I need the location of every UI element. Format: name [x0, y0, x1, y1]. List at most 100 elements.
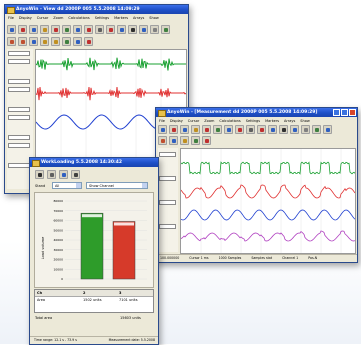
marker-icon[interactable]	[191, 125, 200, 134]
exit-icon[interactable]	[161, 25, 170, 34]
wave-icon[interactable]	[84, 37, 93, 46]
tool-icon[interactable]	[180, 136, 189, 145]
pen-icon[interactable]	[73, 37, 82, 46]
load-bar-chart: Load volume 80000 70000 60000 50000 40000 300…	[41, 199, 147, 281]
maximize-button[interactable]	[341, 109, 348, 116]
channel-field[interactable]	[8, 107, 30, 112]
cursor-icon[interactable]	[51, 25, 60, 34]
mid-window-titlebar[interactable]: AnyoWin - [Measurement dd 2000P 005 5.5.…	[156, 108, 357, 117]
y-tick-label: 20000	[53, 258, 63, 262]
person-icon[interactable]	[7, 37, 16, 46]
person-icon[interactable]	[158, 136, 167, 145]
magnify-icon[interactable]	[29, 25, 38, 34]
front-statusbar: Time range: 12.1 s - 73.9 s Measurement …	[30, 336, 158, 344]
menu-arrays[interactable]: Arrays	[133, 15, 144, 21]
exit-icon[interactable]	[312, 125, 321, 134]
mid-channel-panel	[158, 148, 178, 252]
menu-display[interactable]: Display	[170, 118, 183, 124]
save-icon[interactable]	[139, 25, 148, 34]
menu-markers[interactable]: Markers	[114, 15, 128, 21]
copy-icon[interactable]	[268, 125, 277, 134]
grid-icon[interactable]	[191, 136, 200, 145]
channel-field[interactable]	[8, 115, 30, 120]
table-icon[interactable]	[213, 125, 222, 134]
zoom-in-icon[interactable]	[7, 25, 16, 34]
filter-icon[interactable]	[106, 25, 115, 34]
menu-calculations[interactable]: Calculations	[219, 118, 240, 124]
channel-field[interactable]	[159, 176, 176, 181]
channel-field[interactable]	[8, 79, 30, 84]
sensor-icon[interactable]	[169, 136, 178, 145]
channel-field[interactable]	[8, 59, 30, 64]
help-icon[interactable]	[323, 125, 332, 134]
exit-icon[interactable]	[71, 170, 80, 179]
front-window-titlebar[interactable]: WorkLoading 5.5.2008 14:30:42	[30, 158, 158, 167]
channel-field[interactable]	[8, 135, 30, 140]
cross-icon[interactable]	[235, 125, 244, 134]
channel-field[interactable]	[159, 200, 176, 205]
truck-icon[interactable]	[279, 125, 288, 134]
y-tick-label: 50000	[53, 228, 63, 232]
channel-field[interactable]	[159, 152, 176, 157]
zoom-out-icon[interactable]	[18, 25, 27, 34]
copy-icon[interactable]	[117, 25, 126, 34]
zoom-in-icon[interactable]	[158, 125, 167, 134]
wave-icon[interactable]	[202, 136, 211, 145]
mid-window[interactable]: AnyoWin - [Measurement dd 2000P 005 5.5.…	[155, 107, 358, 263]
filter-icon[interactable]	[257, 125, 266, 134]
front-window[interactable]: WorkLoading 5.5.2008 14:30:42 Stand All …	[29, 157, 159, 345]
mid-plot-area[interactable]	[180, 148, 356, 254]
show-channel-select[interactable]: Show Channel	[86, 182, 148, 189]
cross-icon[interactable]	[84, 25, 93, 34]
print-icon[interactable]	[246, 125, 255, 134]
cursor-icon[interactable]	[202, 125, 211, 134]
tool-icon[interactable]	[51, 37, 60, 46]
menu-show[interactable]: Show	[300, 118, 309, 124]
chart-icon[interactable]	[59, 170, 68, 179]
table-icon[interactable]	[62, 25, 71, 34]
chart-icon[interactable]	[73, 25, 82, 34]
menu-calculations[interactable]: Calculations	[68, 15, 89, 21]
channel-field[interactable]	[8, 51, 30, 56]
menu-markers[interactable]: Markers	[265, 118, 279, 124]
print-icon[interactable]	[95, 25, 104, 34]
print-icon[interactable]	[47, 170, 56, 179]
menu-zoom[interactable]: Zoom	[204, 118, 214, 124]
menu-file[interactable]: File	[159, 118, 165, 124]
minimize-button[interactable]	[333, 109, 340, 116]
menu-cursor[interactable]: Cursor	[188, 118, 200, 124]
menu-settings[interactable]: Settings	[246, 118, 260, 124]
tool-icon[interactable]	[40, 37, 49, 46]
close-button[interactable]	[349, 109, 356, 116]
channel-field[interactable]	[8, 87, 30, 92]
header-3: 3	[119, 291, 122, 295]
menu-settings[interactable]: Settings	[95, 15, 109, 21]
status-samples: 1000 Samples	[218, 256, 242, 260]
document-icon[interactable]	[150, 25, 159, 34]
channel-field[interactable]	[159, 224, 176, 229]
menu-zoom[interactable]: Zoom	[53, 15, 63, 21]
grid-icon[interactable]	[62, 37, 71, 46]
total-value: 15603 units	[120, 316, 141, 320]
menu-cursor[interactable]: Cursor	[37, 15, 49, 21]
truck-icon[interactable]	[128, 25, 137, 34]
channel-field[interactable]	[8, 143, 30, 148]
save-icon[interactable]	[290, 125, 299, 134]
stand-select[interactable]: All	[52, 182, 82, 189]
zoom-out-icon[interactable]	[169, 125, 178, 134]
mid-window-title: AnyoWin - [Measurement dd 2000P 005 5.5.…	[167, 110, 318, 115]
back-window-titlebar[interactable]: AnyoWin - View dd 2000P 005 5.5.2008 14:…	[5, 5, 188, 14]
channel-field[interactable]	[8, 163, 30, 168]
menu-show[interactable]: Show	[149, 15, 158, 21]
menu-arrays[interactable]: Arrays	[284, 118, 295, 124]
document-icon[interactable]	[301, 125, 310, 134]
load-bar	[112, 221, 136, 280]
menu-file[interactable]: File	[8, 15, 14, 21]
chart-icon[interactable]	[224, 125, 233, 134]
magnify-icon[interactable]	[180, 125, 189, 134]
marker-icon[interactable]	[40, 25, 49, 34]
save-icon[interactable]	[35, 170, 44, 179]
menu-display[interactable]: Display	[19, 15, 32, 21]
person-icon[interactable]	[18, 37, 27, 46]
sensor-icon[interactable]	[29, 37, 38, 46]
